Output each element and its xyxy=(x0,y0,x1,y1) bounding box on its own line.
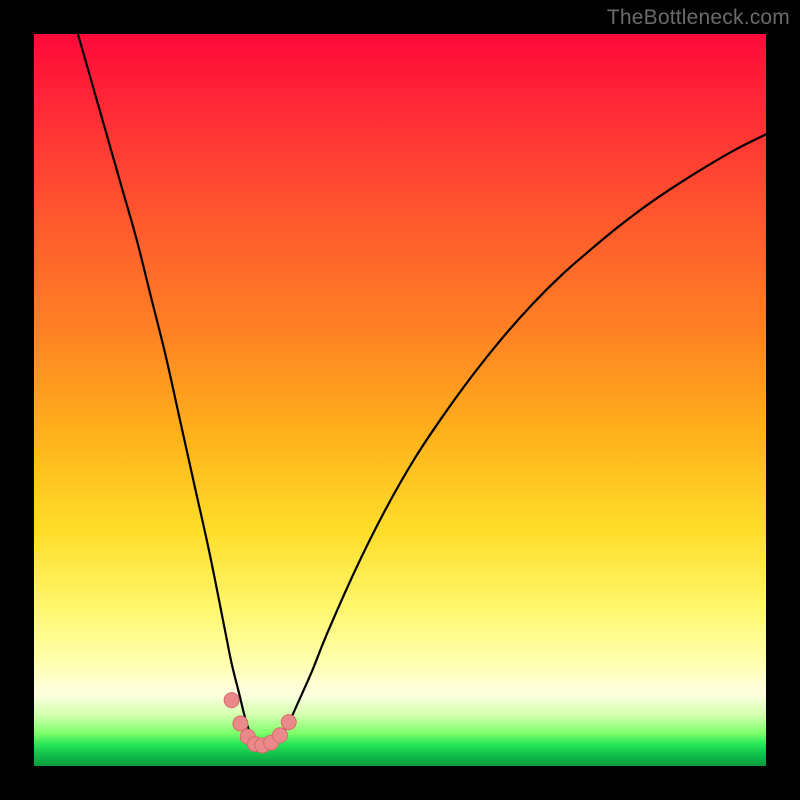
near-optimum-markers xyxy=(224,693,296,753)
bottleneck-curve xyxy=(78,34,766,749)
marker-dot xyxy=(224,693,239,708)
watermark-text: TheBottleneck.com xyxy=(607,6,790,30)
chart-svg xyxy=(34,34,766,766)
marker-dot xyxy=(281,715,296,730)
chart-plot-area xyxy=(34,34,766,766)
marker-dot xyxy=(233,716,248,731)
chart-frame: TheBottleneck.com xyxy=(0,0,800,800)
marker-dot xyxy=(272,728,287,743)
